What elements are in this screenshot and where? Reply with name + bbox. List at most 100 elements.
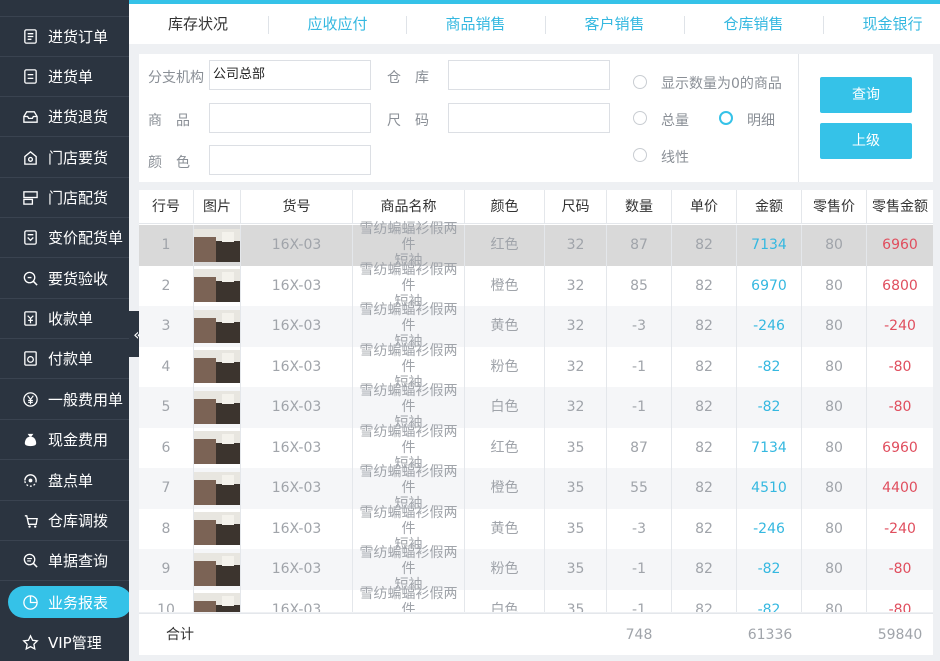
retail-cell: 80 [802, 265, 867, 306]
sidebar-item[interactable]: 门店配货 [0, 178, 129, 218]
product-name-cell: 雪纺蝙蝠衫假两件短袖 [353, 505, 465, 553]
warehouse-input[interactable] [448, 60, 610, 90]
branch-label: 分支机构 [148, 70, 204, 86]
sidebar-item[interactable]: 仓库调拨 [0, 501, 129, 541]
column-header[interactable]: 图片 [194, 190, 241, 223]
sidebar-item[interactable]: 现金费用 [0, 420, 129, 460]
sidebar-item-label: 进货单 [48, 68, 94, 86]
sidebar-item[interactable]: 门店要货 [0, 138, 129, 178]
sidebar: 进货订单进货单进货退货门店要货 门店配货变价配货单要货验收收款单付款单一般费用单现… [0, 0, 129, 661]
column-header[interactable]: 货号 [241, 190, 353, 223]
product-input[interactable] [209, 103, 371, 133]
table-row[interactable]: 9 16X-03 雪纺蝙蝠衫假两件 短袖 粉色 35 -1 82 -82 80 -80 [139, 545, 933, 593]
retail-amount-cell: -80 [888, 601, 912, 612]
table-row[interactable]: 1 16X-03 雪纺蝙蝠衫假两件 短袖 红色 32 87 82 7134 80 6960 [139, 221, 933, 269]
filter-divider [798, 54, 799, 182]
price-change-icon [21, 229, 39, 247]
sidebar-item[interactable]: 一般费用单 [0, 380, 129, 420]
product-thumbnail-cell [194, 468, 241, 509]
sidebar-item-label: 进货退货 [48, 108, 109, 126]
sidebar-item[interactable] [0, 0, 129, 17]
retail-cell: 80 [802, 589, 867, 612]
report-tab[interactable]: 应收应付 [268, 4, 407, 44]
column-header[interactable]: 商品名称 [353, 190, 465, 223]
report-tab[interactable]: 仓库销售 [684, 4, 823, 44]
sidebar-item[interactable]: 进货单 [0, 57, 129, 97]
detail-radio[interactable] [719, 111, 733, 125]
product-thumbnail-cell [194, 346, 241, 387]
pie-chart-icon [21, 593, 39, 611]
sidebar-item[interactable]: 付款单 [0, 339, 129, 379]
report-tab[interactable]: 现金银行 [823, 4, 940, 44]
size-cell: 35 [545, 508, 607, 549]
column-header[interactable]: 单价 [672, 190, 737, 223]
qty-cell: -1 [607, 549, 672, 590]
column-header[interactable]: 颜色 [465, 190, 545, 223]
table-row[interactable]: 2 16X-03 雪纺蝙蝠衫假两件 短袖 橙色 32 85 82 6970 80 6800 [139, 262, 933, 310]
query-button[interactable]: 查询 [820, 77, 912, 113]
color-input[interactable] [209, 145, 371, 175]
retail-cell: 80 [802, 508, 867, 549]
qty-cell: 87 [607, 225, 672, 266]
show-zero-radio[interactable] [633, 75, 647, 89]
code-cell: 16X-03 [241, 306, 353, 347]
up-level-button[interactable]: 上级 [820, 123, 912, 159]
product-name-line: 雪纺蝙蝠衫假两件 [359, 383, 458, 416]
column-header[interactable]: 数量 [607, 190, 672, 223]
color-cell: 黄色 [465, 508, 545, 549]
sidebar-item[interactable]: 进货退货 [0, 97, 129, 137]
table-row[interactable]: 10 16X-03雪纺蝙蝠衫假两件短袖白色35-182-8280 -80 [139, 586, 933, 612]
amount-cell: -82 [737, 549, 802, 590]
yen-icon [21, 391, 39, 409]
product-name-line: 雪纺蝙蝠衫假两件 [359, 423, 458, 456]
sidebar-item[interactable]: 进货订单 [0, 17, 129, 57]
table-row[interactable]: 7 16X-03 雪纺蝙蝠衫假两件 短袖 橙色 35 55 82 4510 80 4400 [139, 464, 933, 512]
report-tab[interactable]: 库存状况 [129, 4, 267, 44]
sidebar-item[interactable]: 盘点单 [0, 461, 129, 501]
sidebar-item[interactable]: 变价配货单 [0, 218, 129, 258]
code-cell: 16X-03 [241, 387, 353, 428]
line-radio[interactable] [633, 148, 647, 162]
size-input[interactable] [448, 103, 610, 133]
branch-input[interactable]: 公司总部 [209, 60, 371, 90]
column-header[interactable]: 尺码 [545, 190, 607, 223]
no-cell: 10 [139, 589, 194, 612]
amount-cell: 7134 [737, 427, 802, 468]
filter-panel: 分支机构 公司总部 仓 库 商 品 尺 码 颜 色 显示数量为0的商品 总量 明… [139, 54, 933, 182]
table-row[interactable]: 3 16X-03 雪纺蝙蝠衫假两件 短袖 黄色 32 -3 82 -246 80 -240 [139, 302, 933, 350]
sidebar-item[interactable]: VIP管理 [0, 623, 129, 661]
price-cell: 82 [672, 265, 737, 306]
table-row[interactable]: 5 16X-03 雪纺蝙蝠衫假两件 短袖 白色 32 -1 82 -82 80 -80 [139, 383, 933, 431]
sidebar-item[interactable]: 要货验收 [0, 259, 129, 299]
no-cell: 9 [139, 549, 194, 590]
tab-divider [684, 16, 685, 34]
show-zero-label: 显示数量为0的商品 [661, 76, 782, 92]
qty-cell: -1 [607, 589, 672, 612]
total-radio[interactable] [633, 111, 647, 125]
table-row[interactable]: 4 16X-03 雪纺蝙蝠衫假两件 短袖 粉色 32 -1 82 -82 80 -80 [139, 343, 933, 391]
report-tab[interactable]: 商品销售 [406, 4, 545, 44]
product-image [194, 512, 240, 546]
table-row[interactable]: 8 16X-03 雪纺蝙蝠衫假两件 短袖 黄色 35 -3 82 -246 80 -240 [139, 505, 933, 553]
sidebar-item-label: 变价配货单 [48, 229, 124, 247]
color-cell: 粉色 [465, 346, 545, 387]
column-header[interactable]: 金额 [737, 190, 802, 223]
color-cell: 红色 [465, 225, 545, 266]
product-name-line: 雪纺蝙蝠衫假两件 [359, 585, 458, 612]
table-row[interactable]: 6 16X-03 雪纺蝙蝠衫假两件 短袖 红色 35 87 82 7134 80 6960 [139, 424, 933, 472]
inventory-icon [21, 472, 39, 490]
column-header[interactable]: 零售价 [802, 190, 867, 223]
store-request-icon [21, 149, 39, 167]
report-tab[interactable]: 客户销售 [545, 4, 684, 44]
qty-cell: -1 [607, 346, 672, 387]
sidebar-item[interactable]: 业务报表 [0, 582, 129, 622]
sidebar-item[interactable]: 单据查询 [0, 541, 129, 581]
price-cell: 82 [672, 225, 737, 266]
column-header[interactable]: 零售金额 [867, 190, 933, 223]
sidebar-item[interactable]: 收款单 [0, 299, 129, 339]
sidebar-item-label: 收款单 [48, 310, 94, 328]
column-header[interactable]: 行号 [139, 190, 194, 223]
code-cell: 16X-03 [241, 225, 353, 266]
sidebar-item-label: 付款单 [48, 350, 94, 368]
amount-cell: -246 [737, 306, 802, 347]
